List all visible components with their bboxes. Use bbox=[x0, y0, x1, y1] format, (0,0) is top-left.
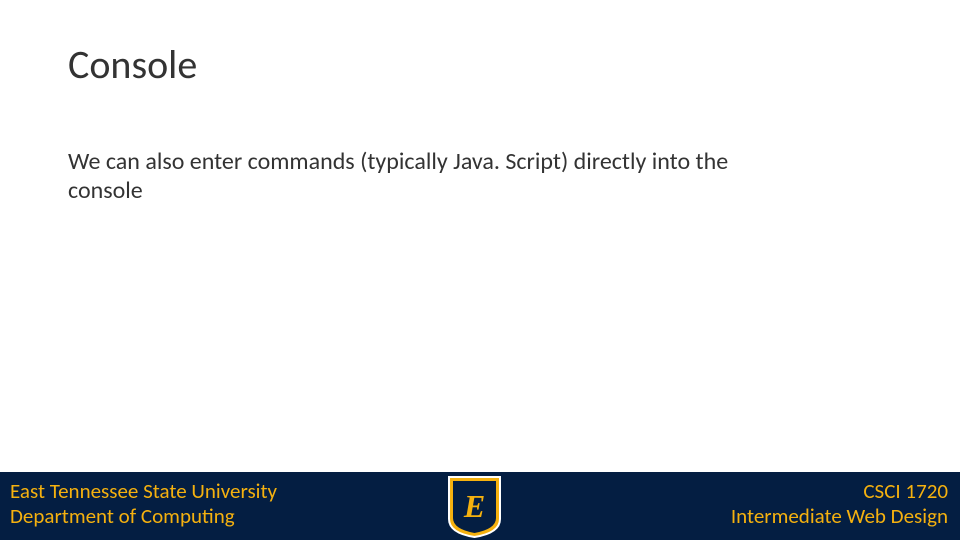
footer-university-name: East Tennessee State University bbox=[10, 479, 277, 504]
footer-course-code: CSCI 1720 bbox=[731, 479, 948, 504]
footer-left-block: East Tennessee State University Departme… bbox=[10, 479, 277, 529]
slide: Console We can also enter commands (typi… bbox=[0, 0, 960, 540]
footer-department-name: Department of Computing bbox=[10, 504, 277, 529]
footer-right-block: CSCI 1720 Intermediate Web Design bbox=[731, 479, 948, 529]
logo-letter: E bbox=[463, 488, 485, 524]
slide-body-text: We can also enter commands (typically Ja… bbox=[68, 148, 768, 206]
slide-footer: East Tennessee State University Departme… bbox=[0, 472, 960, 540]
footer-course-name: Intermediate Web Design bbox=[731, 504, 948, 529]
etsu-logo-icon: E bbox=[447, 475, 502, 538]
slide-title: Console bbox=[68, 40, 197, 89]
